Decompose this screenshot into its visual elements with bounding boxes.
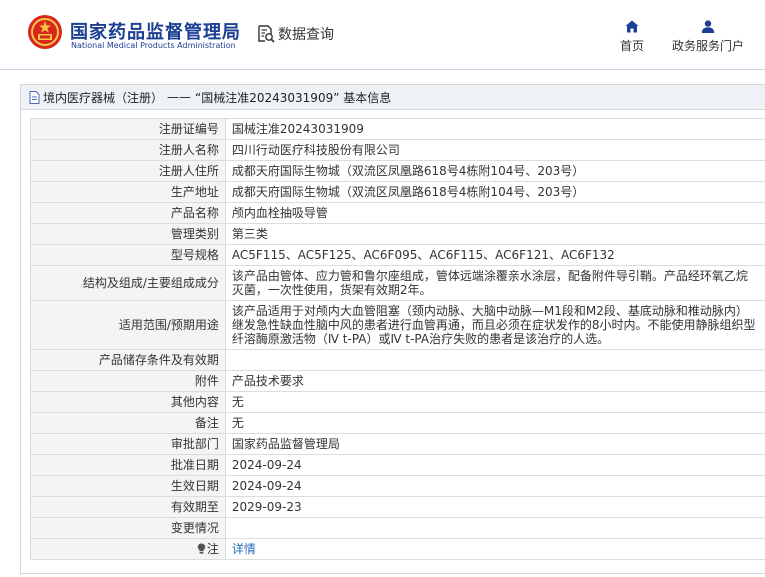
row-value: 无	[224, 412, 765, 434]
row-label: 批准日期	[30, 454, 226, 476]
user-icon	[701, 20, 715, 33]
document-icon	[29, 90, 40, 104]
row-value: 该产品适用于对颅内大血管阻塞（颈内动脉、大脑中动脉—M1段和M2段、基底动脉和椎…	[224, 300, 765, 350]
row-value	[224, 349, 765, 371]
table-row: 生效日期 2024-09-24	[30, 475, 765, 497]
breadcrumb-category[interactable]: 境内医疗器械（注册）	[43, 89, 163, 106]
row-label: 产品储存条件及有效期	[30, 349, 226, 371]
row-value: 2024-09-24	[224, 475, 765, 497]
row-value: 产品技术要求	[224, 370, 765, 392]
detail-panel: 境内医疗器械（注册） —— “国械注准20243031909” 基本信息 注册证…	[20, 84, 765, 574]
row-value: 2029-09-23	[224, 496, 765, 518]
row-value: 第三类	[224, 223, 765, 245]
lightbulb-icon	[197, 543, 206, 554]
table-row: 变更情况	[30, 517, 765, 539]
row-label: 产品名称	[30, 202, 226, 224]
row-label: 其他内容	[30, 391, 226, 413]
row-label: 生效日期	[30, 475, 226, 497]
row-value: 国械注准20243031909	[224, 118, 765, 140]
row-label: 结构及组成/主要组成成分	[30, 265, 226, 301]
row-value: 2024-09-24	[224, 454, 765, 476]
table-row: 审批部门 国家药品监督管理局	[30, 433, 765, 455]
row-value: 成都天府国际生物城（双流区凤凰路618号4栋附104号、203号）	[224, 181, 765, 203]
table-row: 有效期至 2029-09-23	[30, 496, 765, 518]
breadcrumb: 境内医疗器械（注册） —— “国械注准20243031909” 基本信息	[21, 85, 765, 110]
national-emblem-icon	[28, 15, 62, 49]
table-row: 产品储存条件及有效期	[30, 349, 765, 371]
table-row: 其他内容 无	[30, 391, 765, 413]
row-value: 详情	[224, 538, 765, 560]
row-label: 注册证编号	[30, 118, 226, 140]
row-value: 国家药品监督管理局	[224, 433, 765, 455]
row-label: 注册人住所	[30, 160, 226, 182]
row-value: 成都天府国际生物城（双流区凤凰路618号4栋附104号、203号）	[224, 160, 765, 182]
row-label: 管理类别	[30, 223, 226, 245]
row-label: 备注	[30, 412, 226, 434]
breadcrumb-separator: ——	[167, 90, 192, 104]
row-label: 型号规格	[30, 244, 226, 266]
site-header: 国家药品监督管理局 National Medical Products Admi…	[0, 0, 765, 70]
nav-home-label: 首页	[619, 39, 644, 53]
breadcrumb-title: “国械注准20243031909” 基本信息	[195, 90, 392, 105]
table-row: 适用范围/预期用途 该产品适用于对颅内大血管阻塞（颈内动脉、大脑中动脉—M1段和…	[30, 300, 765, 350]
org-name-en: National Medical Products Administration	[71, 41, 236, 50]
detail-table: 注册证编号 国械注准20243031909 注册人名称 四川行动医疗科技股份有限…	[30, 118, 765, 560]
table-row: 注册人名称 四川行动医疗科技股份有限公司	[30, 139, 765, 161]
table-row: 注册证编号 国械注准20243031909	[30, 118, 765, 140]
table-row: 备注 无	[30, 412, 765, 434]
table-row: 产品名称 颅内血栓抽吸导管	[30, 202, 765, 224]
nav-portal-label: 政务服务门户	[671, 39, 744, 53]
home-icon	[625, 20, 639, 33]
nav-home[interactable]: 首页	[617, 20, 647, 54]
row-value: 颅内血栓抽吸导管	[224, 202, 765, 224]
row-label: 附件	[30, 370, 226, 392]
table-row: 附件 产品技术要求	[30, 370, 765, 392]
table-row: 管理类别 第三类	[30, 223, 765, 245]
table-row: 结构及组成/主要组成成分 该产品由管体、应力管和鲁尔座组成，管体远端涂覆亲水涂层…	[30, 265, 765, 301]
row-label: 变更情况	[30, 517, 226, 539]
table-row: 注册人住所 成都天府国际生物城（双流区凤凰路618号4栋附104号、203号）	[30, 160, 765, 182]
data-query-label: 数据查询	[278, 27, 334, 43]
row-value: AC5F115、AC5F125、AC6F095、AC6F115、AC6F121、…	[224, 244, 765, 266]
details-link[interactable]: 详情	[232, 542, 256, 556]
row-value	[224, 517, 765, 539]
table-row: 注 详情	[30, 538, 765, 560]
data-query-link[interactable]: 数据查询	[256, 24, 334, 44]
table-row: 型号规格 AC5F115、AC5F125、AC6F095、AC6F115、AC6…	[30, 244, 765, 266]
row-value: 该产品由管体、应力管和鲁尔座组成，管体远端涂覆亲水涂层，配备附件导引鞘。产品经环…	[224, 265, 765, 301]
nav-portal[interactable]: 政务服务门户	[670, 20, 746, 54]
row-label: 生产地址	[30, 181, 226, 203]
row-label: 适用范围/预期用途	[30, 300, 226, 350]
row-value: 四川行动医疗科技股份有限公司	[224, 139, 765, 161]
note-label-cell: 注	[30, 538, 226, 560]
search-document-icon	[258, 25, 275, 43]
row-label: 审批部门	[30, 433, 226, 455]
row-label: 有效期至	[30, 496, 226, 518]
row-label: 注	[206, 542, 219, 556]
row-value: 无	[224, 391, 765, 413]
table-row: 生产地址 成都天府国际生物城（双流区凤凰路618号4栋附104号、203号）	[30, 181, 765, 203]
table-row: 批准日期 2024-09-24	[30, 454, 765, 476]
row-label: 注册人名称	[30, 139, 226, 161]
